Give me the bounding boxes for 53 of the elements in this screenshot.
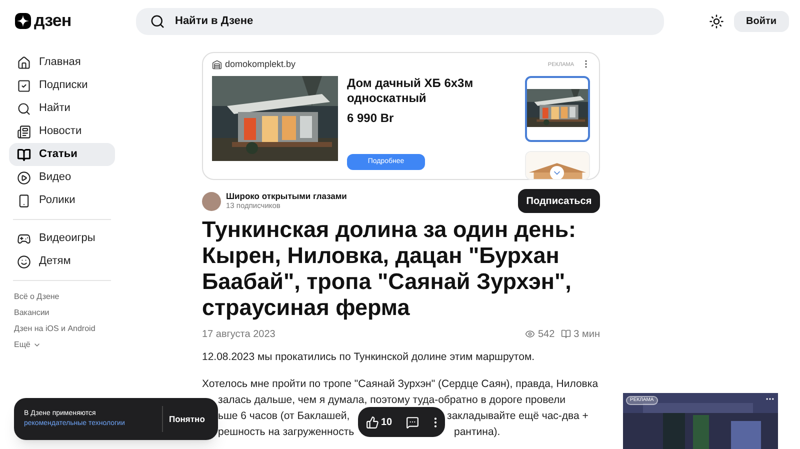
footer-link[interactable]: Дзен на iOS и Android	[14, 323, 115, 334]
logo[interactable]: дзен	[15, 8, 136, 34]
book-icon	[17, 148, 31, 162]
comment-icon[interactable]	[406, 416, 420, 428]
ad-thumbnail[interactable]	[525, 76, 590, 142]
ad-price: 6 990 Br	[347, 110, 395, 127]
book-icon	[560, 329, 571, 339]
sidebar-item[interactable]: Ролики	[9, 189, 115, 212]
sidebar-item[interactable]: Видео	[9, 166, 115, 189]
search-icon	[17, 102, 31, 116]
sun-icon[interactable]	[709, 14, 724, 28]
sidebar-item[interactable]: Главная	[9, 51, 115, 74]
paragraph-line: закладывайте ещё час-два +	[447, 409, 588, 424]
paragraph-line: залась дальше, чем я думала, поэтому туда-обратно в дороге провели	[218, 393, 566, 408]
channel-name[interactable]: Широко открытыми глазами	[226, 191, 347, 201]
subscribe-button[interactable]: Подписаться	[518, 189, 600, 213]
house-icon	[212, 60, 222, 70]
gamepad-icon	[17, 232, 31, 246]
sidebar-item[interactable]: Статьи	[9, 143, 115, 166]
play-icon	[17, 170, 31, 184]
more-button[interactable]: Ещё	[14, 339, 115, 350]
view-count: 542	[538, 328, 555, 342]
sidebar-item[interactable]: Детям	[9, 250, 115, 273]
paragraph-line: решность на загруженность	[218, 425, 354, 440]
publish-date: 17 августа 2023	[202, 328, 276, 342]
paragraph-line: Хотелось мне пройти по тропе "Саянай Зурхэн" (Сердце Саян), правда, Ниловка	[202, 377, 598, 392]
like-button[interactable]: 10	[366, 414, 392, 430]
ok-button[interactable]: Понятно	[169, 412, 205, 426]
search-field[interactable]: Найти в Дзене	[136, 8, 664, 34]
ad-domain[interactable]: domokomplekt.by	[225, 58, 296, 72]
sidebar-item[interactable]: Новости	[9, 120, 115, 143]
smile-icon	[17, 254, 31, 268]
ad-title[interactable]: Дом дачный ХБ 6х3м односкатный	[347, 76, 507, 106]
newspaper-icon	[17, 124, 31, 138]
checkbox-icon	[17, 78, 31, 92]
star-icon	[15, 13, 31, 29]
home-icon	[17, 56, 31, 70]
footer-link[interactable]: Вакансии	[14, 307, 115, 318]
search-icon	[150, 14, 165, 28]
sidebar-item[interactable]: Найти	[9, 97, 115, 120]
login-button[interactable]: Войти	[734, 10, 789, 32]
article-title: Тункинская долина за один день: Кырен, Ниловка, дацан "Бурхан Баабай", тропа "Саянай Зурхэн", страусиная ферма	[202, 217, 578, 321]
phone-icon	[17, 194, 31, 208]
avatar[interactable]	[202, 192, 221, 210]
eye-icon	[524, 329, 535, 339]
paragraph: 12.08.2023 мы прокатились по Тункинской долине этим маршрутом.	[202, 350, 536, 364]
paragraph-line: ьше 6 часов (от Баклашей,	[218, 409, 350, 424]
sidebar-item[interactable]: Видеоигры	[9, 227, 115, 250]
footer-link[interactable]: Всё о Дзене	[14, 291, 115, 302]
thumbs-up-icon	[366, 416, 379, 428]
read-time: 3 мин	[574, 328, 600, 342]
paragraph-line: рантина).	[454, 425, 500, 440]
sidebar-item[interactable]: Подписки	[9, 74, 115, 97]
